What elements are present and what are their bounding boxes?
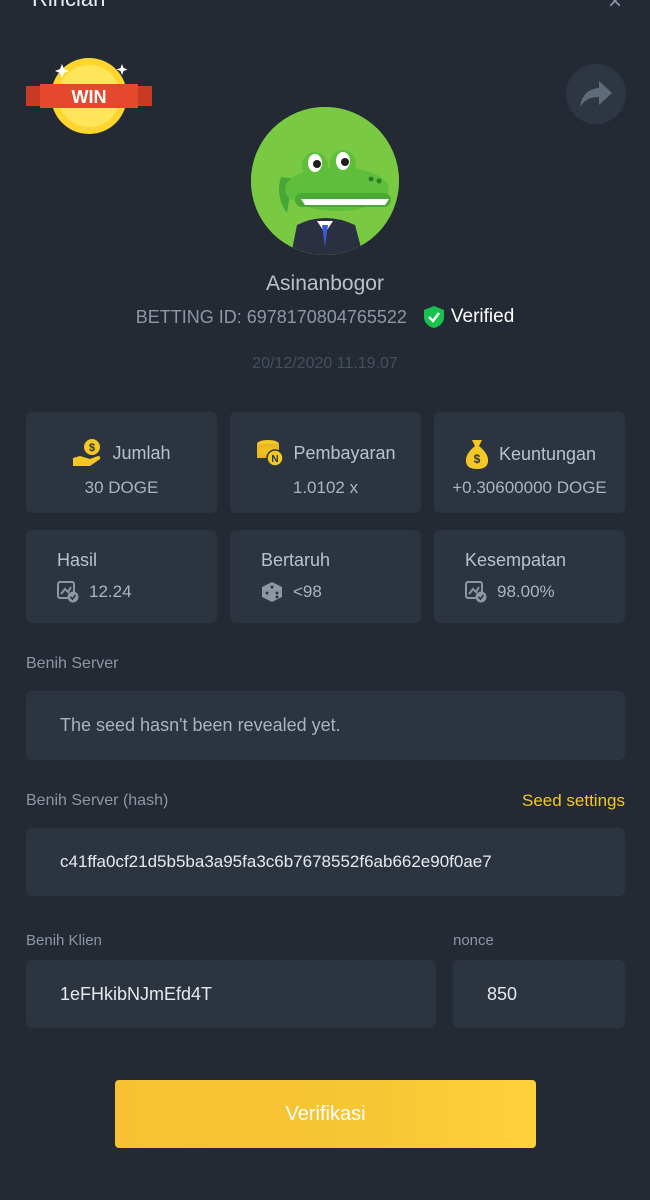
result-value: 12.24 [89, 582, 132, 601]
money-bag-icon: $ [465, 440, 489, 469]
stat-card-payout: N Pembayaran 1.0102 x [230, 412, 421, 513]
betting-id-row: BETTING ID: 6978170804765522 Verified [0, 305, 650, 329]
payout-value: 1.0102 x [292, 478, 359, 497]
crocodile-avatar-icon [251, 107, 399, 255]
win-text: WIN [72, 87, 107, 107]
svg-text:$: $ [474, 452, 481, 466]
nonce-field[interactable]: 850 [453, 960, 625, 1028]
profit-value: +0.30600000 DOGE [452, 478, 607, 497]
chance-label: Kesempatan [465, 550, 567, 570]
client-seed-field[interactable]: 1eFHkibNJmEfd4T [26, 960, 436, 1028]
client-seed-value: 1eFHkibNJmEfd4T [60, 983, 213, 1004]
stat-card-amount: $ Jumlah 30 DOGE [26, 412, 217, 513]
result-label: Hasil [57, 550, 98, 570]
bet-label: Bertaruh [261, 550, 331, 570]
server-seed-label: Benih Server [26, 655, 119, 672]
close-icon[interactable]: × [608, 0, 622, 16]
chance-icon [465, 581, 487, 603]
profit-label: Keuntungan [498, 443, 597, 464]
betting-id: BETTING ID: 6978170804765522 [135, 306, 407, 327]
nonce-value: 850 [487, 983, 518, 1004]
bet-date: 20/12/2020 11.19.07 [252, 355, 398, 372]
stat-card-result: Hasil 12.24 [26, 530, 217, 623]
server-seed-hash-value: c41ffa0cf21d5b5ba3a95fa3c6b7678552f6ab66… [60, 852, 492, 871]
stat-card-bet: Bertaruh <98 [230, 530, 421, 623]
verified-badge: Verified [423, 305, 514, 329]
server-seed-message: The seed hasn't been revealed yet. [60, 715, 341, 735]
server-seed-hash-label: Benih Server (hash) [26, 792, 169, 809]
svg-text:N: N [272, 454, 279, 465]
server-seed-box: The seed hasn't been revealed yet. [26, 691, 625, 760]
amount-label: Jumlah [112, 442, 171, 463]
dice-icon [262, 582, 282, 602]
verified-shield-icon [423, 306, 444, 328]
client-seed-label: Benih Klien [26, 932, 102, 949]
svg-text:$: $ [89, 442, 95, 454]
header-title: Rincian [32, 0, 105, 12]
coin-stack-icon: N [257, 440, 285, 467]
verified-label: Verified [450, 306, 515, 327]
chance-value: 98.00% [497, 582, 555, 601]
hand-coin-icon: $ [73, 439, 101, 466]
share-arrow-icon [580, 81, 612, 107]
verify-button[interactable]: Verifikasi [115, 1080, 536, 1148]
server-seed-hash-field[interactable]: c41ffa0cf21d5b5ba3a95fa3c6b7678552f6ab66… [26, 828, 625, 896]
result-icon [57, 581, 79, 603]
seed-settings-link[interactable]: Seed settings [522, 791, 625, 811]
amount-value: 30 DOGE [84, 478, 159, 497]
username: Asinanbogor [266, 272, 384, 295]
stat-card-profit: $ Keuntungan +0.30600000 DOGE [434, 412, 625, 513]
nonce-label: nonce [453, 932, 494, 949]
bet-value: <98 [293, 582, 322, 601]
stat-card-chance: Kesempatan 98.00% [434, 530, 625, 623]
win-badge: WIN [26, 58, 152, 134]
avatar [251, 107, 399, 255]
payout-label: Pembayaran [293, 442, 396, 463]
share-button[interactable] [566, 64, 626, 124]
